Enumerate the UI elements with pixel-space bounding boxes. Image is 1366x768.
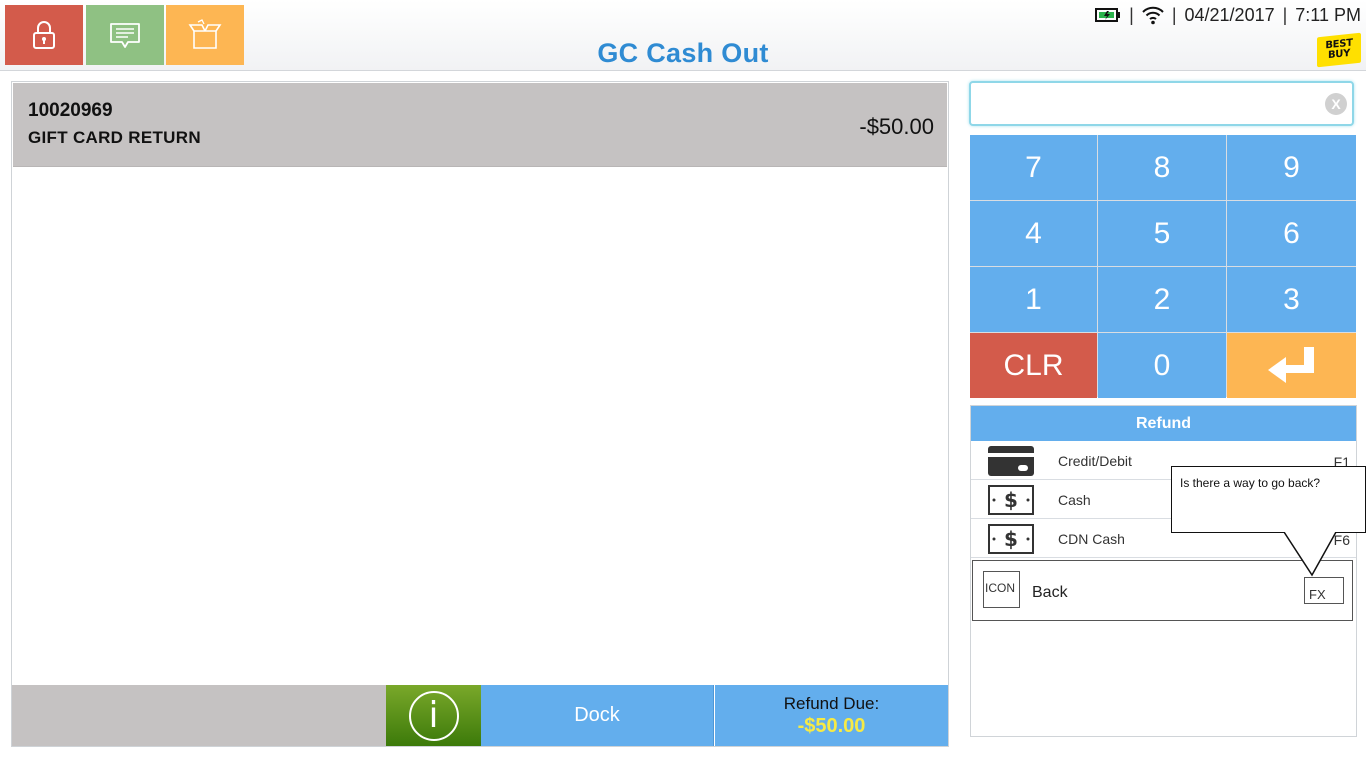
status-separator: | bbox=[1282, 4, 1288, 25]
info-button[interactable]: i bbox=[386, 685, 481, 746]
key-4[interactable]: 4 bbox=[970, 201, 1097, 266]
back-key-placeholder: FX bbox=[1304, 577, 1344, 604]
transaction-panel: 10020969 GIFT CARD RETURN -$50.00 i Dock… bbox=[11, 81, 949, 747]
refund-due-display: Refund Due: -$50.00 bbox=[715, 685, 948, 746]
status-time: 7:11 PM bbox=[1295, 4, 1361, 25]
key-1[interactable]: 1 bbox=[970, 267, 1097, 332]
enter-key[interactable] bbox=[1227, 333, 1356, 398]
credit-card-icon bbox=[988, 446, 1034, 476]
top-bar: GC Cash Out | | 04/21/2017 | 7:11 PM BES… bbox=[0, 0, 1366, 71]
svg-text:$: $ bbox=[1004, 527, 1018, 551]
numeric-keypad: 7 8 9 4 5 6 1 2 3 CLR 0 bbox=[970, 135, 1356, 398]
footer-spacer bbox=[12, 685, 386, 746]
refund-header: Refund bbox=[971, 406, 1356, 441]
key-8[interactable]: 8 bbox=[1098, 135, 1226, 200]
key-9[interactable]: 9 bbox=[1227, 135, 1356, 200]
best-buy-logo: BEST BUY bbox=[1317, 32, 1361, 68]
info-icon: i bbox=[408, 690, 459, 741]
back-label: Back bbox=[1032, 584, 1068, 601]
item-description: GIFT CARD RETURN bbox=[28, 128, 201, 147]
key-7[interactable]: 7 bbox=[970, 135, 1097, 200]
transaction-footer: i Dock Refund Due: -$50.00 bbox=[12, 685, 948, 746]
battery-icon bbox=[1095, 8, 1121, 22]
dock-button[interactable]: Dock bbox=[481, 685, 714, 746]
status-area: | | 04/21/2017 | 7:11 PM bbox=[1095, 4, 1361, 26]
item-sku: 10020969 bbox=[28, 100, 113, 121]
status-date: 04/21/2017 bbox=[1184, 4, 1275, 25]
refund-option-label: Cash bbox=[1058, 492, 1091, 508]
cash-icon: $ bbox=[988, 485, 1034, 515]
refund-option-label: CDN Cash bbox=[1058, 531, 1125, 547]
clear-key[interactable]: CLR bbox=[970, 333, 1097, 398]
item-price: -$50.00 bbox=[859, 114, 934, 139]
callout-pointer bbox=[1283, 532, 1337, 577]
page-title: GC Cash Out bbox=[597, 38, 769, 68]
key-2[interactable]: 2 bbox=[1098, 267, 1226, 332]
status-separator: | bbox=[1129, 4, 1134, 25]
key-5[interactable]: 5 bbox=[1098, 201, 1226, 266]
refund-option-label: Credit/Debit bbox=[1058, 453, 1132, 469]
back-icon-placeholder: ICON bbox=[983, 571, 1020, 608]
refund-due-label: Refund Due: bbox=[783, 694, 880, 713]
amount-input[interactable]: X bbox=[969, 81, 1354, 126]
refund-due-amount: -$50.00 bbox=[797, 715, 866, 737]
logo-line-2: BUY bbox=[1327, 47, 1351, 62]
cash-icon: $ bbox=[988, 524, 1034, 554]
line-item-row[interactable]: 10020969 GIFT CARD RETURN -$50.00 bbox=[13, 83, 947, 167]
svg-text:$: $ bbox=[1004, 488, 1018, 512]
status-separator: | bbox=[1171, 4, 1177, 25]
wifi-icon bbox=[1142, 6, 1164, 25]
annotation-callout: Is there a way to go back? bbox=[1171, 466, 1366, 533]
enter-arrow-icon bbox=[1267, 346, 1314, 383]
key-6[interactable]: 6 bbox=[1227, 201, 1356, 266]
key-0[interactable]: 0 bbox=[1098, 333, 1226, 398]
key-3[interactable]: 3 bbox=[1227, 267, 1356, 332]
clear-input-icon[interactable]: X bbox=[1325, 93, 1347, 115]
